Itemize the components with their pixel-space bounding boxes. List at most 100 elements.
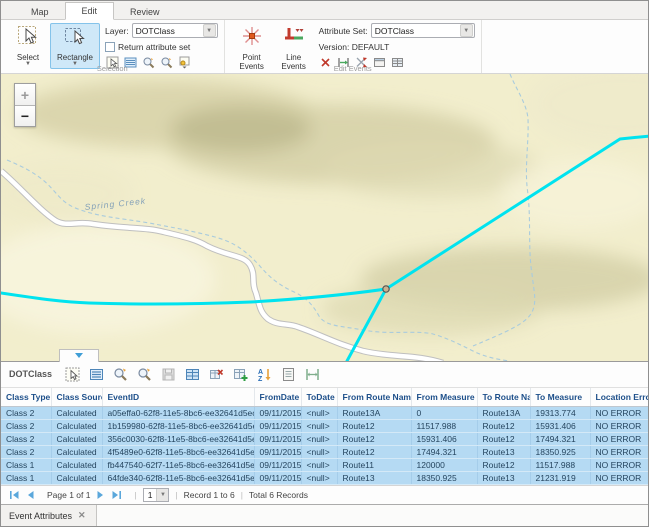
table-cell: Calculated <box>51 407 102 420</box>
bottom-tabbar: Event Attributes ✕ <box>1 504 648 526</box>
table-cell: 15931.406 <box>530 420 590 433</box>
pagination-bar: Page 1 of 1 | 1 ▼ | Record 1 to 6 | Tota… <box>1 485 648 504</box>
column-header[interactable]: Class Source <box>51 388 102 407</box>
table-cell: Class 1 <box>1 459 51 472</box>
first-page-button[interactable] <box>9 490 20 500</box>
ribbon-tabbar: Map Edit Review <box>1 1 648 20</box>
edit-events-group-label: Edit Events <box>225 64 481 73</box>
panel-collapse-button[interactable] <box>59 349 99 362</box>
map-zoom-control: + − <box>14 83 36 127</box>
attribute-set-dropdown-icon[interactable]: ▼ <box>460 24 473 37</box>
map-canvas[interactable]: Spring Creek + − <box>1 74 648 361</box>
zoom-to-selection-icon[interactable] <box>112 366 129 382</box>
table-cell: 09/11/2015 <box>254 407 301 420</box>
table-cell: Route12 <box>337 420 411 433</box>
table-cell: Class 2 <box>1 433 51 446</box>
record-range-text: Record 1 to 6 <box>184 490 235 500</box>
layer-dropdown-icon[interactable]: ▼ <box>203 24 216 37</box>
table-cell: <null> <box>301 420 337 433</box>
tab-map[interactable]: Map <box>15 4 65 20</box>
column-header[interactable]: Location Error <box>590 388 648 407</box>
return-attribute-set-checkbox[interactable] <box>105 42 115 52</box>
edit-events-group: Point Events Line Events Attribute Set: <box>225 20 482 73</box>
rectangle-button[interactable]: Rectangle ▼ <box>50 23 100 69</box>
table-cell: 4f5489e0-62f8-11e5-8bc6-ee32641d5ec9 <box>102 446 254 459</box>
fit-columns-icon[interactable] <box>304 366 321 382</box>
table-cell: NO ERROR <box>590 420 648 433</box>
basemap: Spring Creek <box>1 74 648 361</box>
event-attributes-tab-label: Event Attributes <box>9 511 72 521</box>
column-header[interactable]: From Measure <box>411 388 477 407</box>
table-cell: 1b159980-62f8-11e5-8bc6-ee32641d5ec9 <box>102 420 254 433</box>
svg-text:A: A <box>258 369 263 376</box>
rectangle-tool-icon <box>64 25 86 52</box>
table-cell: <null> <box>301 433 337 446</box>
return-attribute-set-label: Return attribute set <box>118 42 190 52</box>
table-cell: Route13 <box>477 472 530 485</box>
panel-toolbar: DOTClass <box>1 362 648 388</box>
column-header[interactable]: EventID <box>102 388 254 407</box>
attributes-form-icon[interactable] <box>280 366 297 382</box>
table-cell: 17494.321 <box>530 433 590 446</box>
save-icon[interactable] <box>160 366 177 382</box>
table-row[interactable]: Class 2Calculated4f5489e0-62f8-11e5-8bc6… <box>1 446 648 459</box>
table-cell: 19313.774 <box>530 407 590 420</box>
page-select[interactable]: 1 ▼ <box>143 488 170 502</box>
tab-event-attributes[interactable]: Event Attributes ✕ <box>1 505 97 526</box>
select-features-icon[interactable] <box>64 366 81 382</box>
table-cell: Route13A <box>337 407 411 420</box>
select-button[interactable]: Select ▼ <box>8 23 48 69</box>
add-record-icon[interactable] <box>232 366 249 382</box>
table-cell: Route12 <box>477 420 530 433</box>
next-page-button[interactable] <box>96 490 105 500</box>
table-cell: 356c0030-62f8-11e5-8bc6-ee32641d5ec9 <box>102 433 254 446</box>
layer-combobox[interactable]: DOTClass ▼ <box>132 23 218 38</box>
table-cell: Route13A <box>477 407 530 420</box>
table-cell: <null> <box>301 459 337 472</box>
table-cell: Route12 <box>477 433 530 446</box>
column-header[interactable]: From Route Name <box>337 388 411 407</box>
options-menu-icon[interactable] <box>88 366 105 382</box>
table-row[interactable]: Class 2Calculated1b159980-62f8-11e5-8bc6… <box>1 420 648 433</box>
pagination-separator: | <box>175 490 177 500</box>
page-select-dropdown-icon[interactable]: ▼ <box>156 489 168 501</box>
switch-table-icon[interactable] <box>184 366 201 382</box>
table-cell: NO ERROR <box>590 433 648 446</box>
attribute-set-combobox[interactable]: DOTClass ▼ <box>371 23 475 38</box>
last-page-button[interactable] <box>111 490 122 500</box>
table-cell: 64fde340-62f8-11e5-8bc6-ee32641d5ec9 <box>102 472 254 485</box>
column-header[interactable]: To Route Name <box>477 388 530 407</box>
tab-edit[interactable]: Edit <box>65 2 115 20</box>
select-tool-icon <box>17 25 39 52</box>
tab-review[interactable]: Review <box>114 4 176 20</box>
column-header[interactable]: ToDate <box>301 388 337 407</box>
pan-to-selection-icon[interactable] <box>136 366 153 382</box>
zoom-out-button[interactable]: − <box>15 105 35 126</box>
selection-group-label: Selection <box>1 64 224 73</box>
clear-selection-icon[interactable] <box>208 366 225 382</box>
table-cell: 09/11/2015 <box>254 472 301 485</box>
route-junction-marker[interactable] <box>383 286 389 292</box>
table-cell: a05effa0-62f8-11e5-8bc6-ee32641d5ec9 <box>102 407 254 420</box>
version-label: Version: DEFAULT <box>319 42 390 52</box>
table-cell: 17494.321 <box>411 446 477 459</box>
table-row[interactable]: Class 1Calculatedfb447540-62f7-11e5-8bc6… <box>1 459 648 472</box>
ribbon: Select ▼ Rectangle ▼ Layer: DOTClass <box>1 20 648 74</box>
table-cell: Calculated <box>51 420 102 433</box>
table-cell: Route13 <box>477 446 530 459</box>
close-tab-icon[interactable]: ✕ <box>78 510 86 521</box>
table-cell: 15931.406 <box>411 433 477 446</box>
table-row[interactable]: Class 2Calculated356c0030-62f8-11e5-8bc6… <box>1 433 648 446</box>
column-header[interactable]: To Measure <box>530 388 590 407</box>
table-cell: 09/11/2015 <box>254 446 301 459</box>
table-row[interactable]: Class 2Calculateda05effa0-62f8-11e5-8bc6… <box>1 407 648 420</box>
table-row[interactable]: Class 1Calculated64fde340-62f8-11e5-8bc6… <box>1 472 648 485</box>
table-cell: NO ERROR <box>590 459 648 472</box>
column-header[interactable]: FromDate <box>254 388 301 407</box>
sort-icon[interactable]: AZ <box>256 366 273 382</box>
table-cell: 18350.925 <box>411 472 477 485</box>
table-cell: Class 2 <box>1 407 51 420</box>
previous-page-button[interactable] <box>26 490 35 500</box>
column-header[interactable]: Class Type <box>1 388 51 407</box>
zoom-in-button[interactable]: + <box>15 84 35 105</box>
